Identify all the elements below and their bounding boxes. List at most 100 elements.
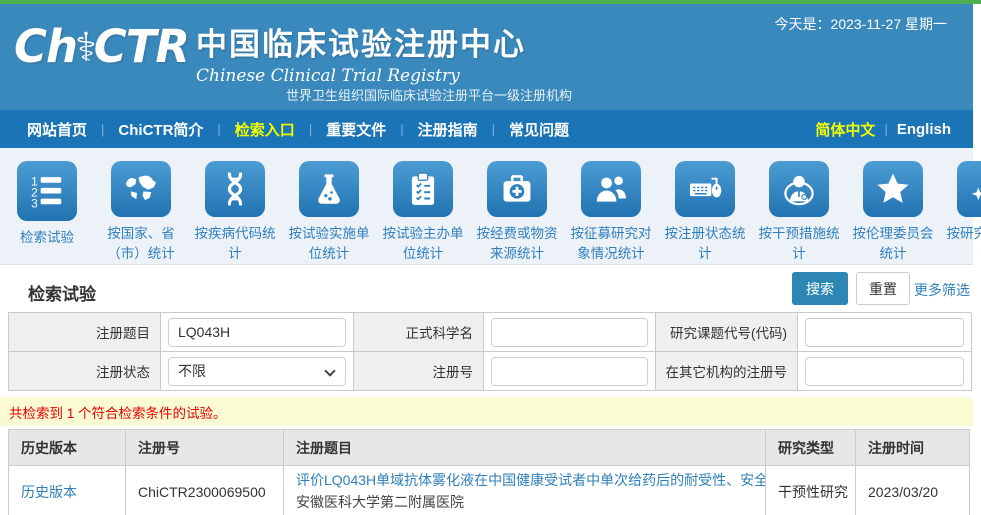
numbered-list-icon: 123 xyxy=(28,172,66,210)
stat-tile-label: 按干预措施统计 xyxy=(752,224,846,265)
stat-tile-numbered-list[interactable]: 123 检索试验 xyxy=(0,161,94,264)
stat-tile-people[interactable]: 按征募研究对象情况统计 xyxy=(564,161,658,264)
registration-number-cell: ChiCTR2300069500 xyxy=(126,466,284,515)
stat-tile-box: 123 xyxy=(17,161,77,221)
lang-switcher: 简体中文 | English xyxy=(815,119,951,140)
stat-tile-label: 按经费或物资来源统计 xyxy=(470,224,564,265)
stat-tile-sparkles[interactable]: 按研究类型统计 xyxy=(940,161,981,264)
form-cell-scientific_name xyxy=(484,313,656,352)
nav-item-6[interactable]: 常见问题 xyxy=(509,119,569,140)
form-cell-reg_title xyxy=(161,313,354,352)
scientific_name-input[interactable] xyxy=(491,318,648,347)
sparkles-icon xyxy=(968,170,981,208)
dna-icon xyxy=(216,170,254,208)
site-logo[interactable]: Ch⚕CTR xyxy=(14,20,189,73)
result-count-message: 共检索到 1 个符合检索条件的试验。 xyxy=(9,402,227,422)
stat-tile-label: 检索试验 xyxy=(0,228,94,248)
stat-tile-label: 按征募研究对象情况统计 xyxy=(564,224,658,265)
stat-tile-box xyxy=(487,161,547,217)
nav-items: 网站首页 | ChiCTR简介 | 检索入口 | 重要文件 | 注册指南 | 常见问题 xyxy=(22,119,574,140)
stat-tile-label: 按研究类型统计 xyxy=(940,224,981,265)
results-table: 历史版本注册号注册题目研究类型注册时间 历史版本ChiCTR2300069500… xyxy=(8,429,970,515)
results-col-header-2: 注册号 xyxy=(126,430,284,466)
search-button[interactable]: 搜索 xyxy=(792,272,848,305)
stat-tile-box xyxy=(581,161,641,217)
selected-value: 不限 xyxy=(178,361,206,381)
stat-tile-medical-kit[interactable]: 按经费或物资来源统计 xyxy=(470,161,564,264)
site-title-group: 中国临床试验注册中心 Chinese Clinical Trial Regist… xyxy=(196,19,526,86)
stat-tile-keyboard-mouse[interactable]: 按注册状态统计 xyxy=(658,161,752,264)
form-label-project_code: 研究课题代号(代码) xyxy=(656,313,798,352)
trial-title-link[interactable]: 评价LQ043H单域抗体雾化液在中国健康受试者中单次给药后的耐受性、安全性、..… xyxy=(296,470,765,492)
results-col-header-3: 注册题目 xyxy=(284,430,766,466)
more-filters-link[interactable]: 更多筛选 xyxy=(914,280,970,300)
nav-separator: | xyxy=(217,122,220,137)
stat-tile-label: 按试验主办单位统计 xyxy=(376,224,470,265)
results-col-header-1: 历史版本 xyxy=(9,430,126,466)
result-count-band: 共检索到 1 个符合检索条件的试验。 xyxy=(0,397,973,426)
stat-tile-label: 按疾病代码统计 xyxy=(188,224,282,265)
history-version-link[interactable]: 历史版本 xyxy=(21,484,77,500)
results-col-header-5: 注册时间 xyxy=(856,430,970,466)
svg-text:3: 3 xyxy=(31,197,38,210)
stat-tile-star[interactable]: 按伦理委员会统计 xyxy=(846,161,940,264)
stat-tile-world-map[interactable]: 按国家、省（市）统计 xyxy=(94,161,188,264)
nav-item-4[interactable]: 重要文件 xyxy=(326,119,386,140)
site-header: Ch⚕CTR 中国临床试验注册中心 Chinese Clinical Trial… xyxy=(0,4,973,110)
stat-tile-box xyxy=(675,161,735,217)
today-date: 今天是：2023-11-27 星期一 xyxy=(775,14,947,34)
nav-separator: | xyxy=(400,122,403,137)
form-label-reg_number: 注册号 xyxy=(354,352,484,391)
stat-tile-dna[interactable]: 按疾病代码统计 xyxy=(188,161,282,264)
form-label-scientific_name: 正式科学名 xyxy=(354,313,484,352)
study-type-cell: 干预性研究 xyxy=(766,466,856,515)
lang-english[interactable]: English xyxy=(897,121,951,138)
stat-tile-box xyxy=(863,161,923,217)
form-cell-other_reg_number xyxy=(798,352,972,391)
nav-item-2[interactable]: ChiCTR简介 xyxy=(118,119,203,140)
nav-separator: | xyxy=(309,122,312,137)
stat-tile-box xyxy=(957,161,981,217)
world-map-icon xyxy=(122,170,160,208)
nav-item-3[interactable]: 检索入口 xyxy=(235,119,295,140)
site-subtitle: 世界卫生组织国际临床试验注册平台一级注册机构 xyxy=(286,85,572,104)
institution-text: 安徽医科大学第二附属医院 xyxy=(296,494,464,510)
lang-simplified-chinese[interactable]: 简体中文 xyxy=(815,119,875,140)
stat-tile-label: 按伦理委员会统计 xyxy=(846,224,940,265)
logo-suffix: CTR xyxy=(94,20,189,73)
site-title-en: Chinese Clinical Trial Registry xyxy=(196,66,526,86)
stat-tile-box xyxy=(769,161,829,217)
nav-separator: | xyxy=(101,122,104,137)
nav-item-5[interactable]: 注册指南 xyxy=(418,119,478,140)
search-section-header: 检索试验 搜索 重置 更多筛选 xyxy=(0,265,973,312)
stat-tile-clipboard[interactable]: 按试验主办单位统计 xyxy=(376,161,470,264)
nav-item-1[interactable]: 网站首页 xyxy=(27,119,87,140)
reg_title-input[interactable] xyxy=(168,318,346,347)
table-row: 历史版本 ChiCTR2300069500 评价LQ043H单域抗体雾化液在中国健康… xyxy=(9,466,970,515)
logo-prefix: Ch xyxy=(14,20,77,73)
site-title-cn: 中国临床试验注册中心 xyxy=(196,19,526,64)
stat-tile-doctor[interactable]: 按干预措施统计 xyxy=(752,161,846,264)
nav-separator: | xyxy=(492,122,495,137)
stat-tile-box xyxy=(111,161,171,217)
reset-button[interactable]: 重置 xyxy=(856,272,910,305)
people-icon xyxy=(592,170,630,208)
other_reg_number-input[interactable] xyxy=(805,357,964,386)
medical-kit-icon xyxy=(498,170,536,208)
stat-tile-flask[interactable]: 按试验实施单位统计 xyxy=(282,161,376,264)
stat-tile-box xyxy=(299,161,359,217)
lang-separator: | xyxy=(884,122,887,137)
star-icon xyxy=(874,170,912,208)
quick-stats: 123 检索试验按国家、省（市）统计按疾病代码统计按试验实施单位统计按试验主办单位… xyxy=(0,148,973,265)
reg_number-input[interactable] xyxy=(491,357,648,386)
history-cell: 历史版本 xyxy=(9,466,126,515)
stat-tile-label: 按注册状态统计 xyxy=(658,224,752,265)
results-col-header-4: 研究类型 xyxy=(766,430,856,466)
reg_status-select[interactable]: 不限 xyxy=(168,357,346,386)
trial-title-cell: 评价LQ043H单域抗体雾化液在中国健康受试者中单次给药后的耐受性、安全性、..… xyxy=(284,466,766,515)
clipboard-icon xyxy=(404,170,442,208)
caduceus-icon: ⚕ xyxy=(75,25,96,71)
stat-tile-label: 按试验实施单位统计 xyxy=(282,224,376,265)
form-cell-reg_status: 不限 xyxy=(161,352,354,391)
project_code-input[interactable] xyxy=(805,318,964,347)
